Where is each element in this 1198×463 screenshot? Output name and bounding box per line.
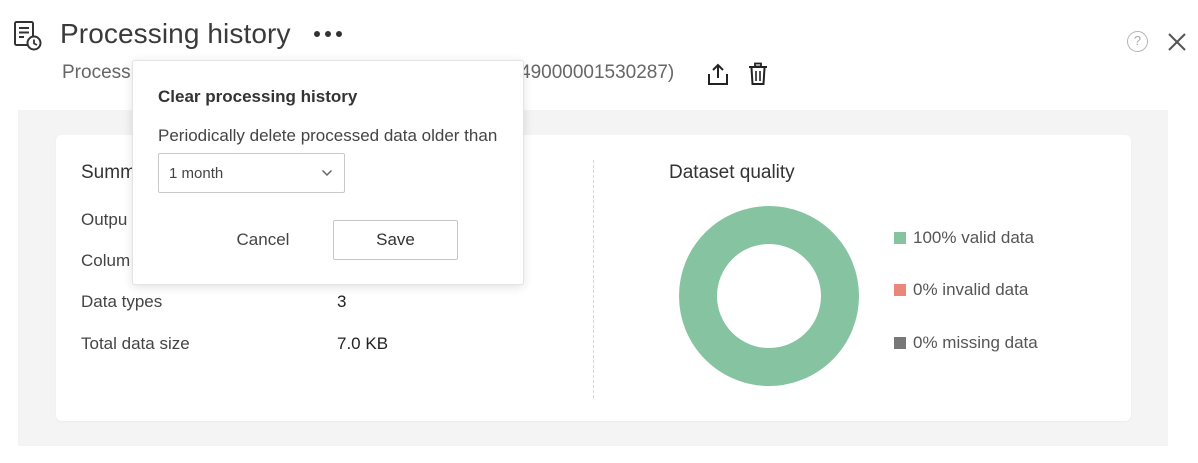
legend-invalid: 0% invalid data xyxy=(894,280,1028,300)
summary-title: Summ xyxy=(81,162,136,183)
trash-icon[interactable] xyxy=(748,62,768,86)
subtitle-left-text: Process xyxy=(62,62,131,83)
summary-row-value: 7.0 KB xyxy=(337,334,389,353)
save-button[interactable]: Save xyxy=(333,220,458,260)
legend-swatch xyxy=(894,284,906,296)
page-title: Processing history xyxy=(60,18,291,49)
card-divider xyxy=(593,160,594,398)
legend-label: 0% invalid data xyxy=(913,280,1029,299)
dataset-quality-title: Dataset quality xyxy=(669,162,795,183)
legend-label: 100% valid data xyxy=(913,228,1034,247)
popover-title: Clear processing history xyxy=(158,87,358,106)
cancel-button[interactable]: Cancel xyxy=(217,221,309,259)
help-icon[interactable]: ? xyxy=(1127,31,1148,52)
summary-row-label: Colum xyxy=(81,251,131,270)
summary-row-value: 3 xyxy=(337,292,347,311)
more-options-button[interactable] xyxy=(310,22,346,46)
close-icon[interactable] xyxy=(1166,31,1188,53)
legend-swatch xyxy=(894,232,906,244)
dot-icon xyxy=(314,31,320,37)
popover-description: Periodically delete processed data older… xyxy=(158,126,498,145)
legend-swatch xyxy=(894,337,906,349)
summary-row-label: Total data size xyxy=(81,334,190,353)
dataset-quality-donut xyxy=(679,206,859,386)
chevron-down-icon xyxy=(321,169,333,177)
dot-icon xyxy=(336,31,342,37)
legend-label: 0% missing data xyxy=(913,333,1038,352)
clear-history-popover: Clear processing history Periodically de… xyxy=(132,60,524,285)
summary-row-label: Data types xyxy=(81,292,163,311)
donut-valid-segment xyxy=(679,206,859,386)
select-value: 1 month xyxy=(169,165,224,182)
retention-period-select[interactable]: 1 month xyxy=(158,153,345,193)
summary-row-label: Outpu xyxy=(81,210,128,229)
legend-missing: 0% missing data xyxy=(894,333,1038,353)
dot-icon xyxy=(325,31,331,37)
legend-valid: 100% valid data xyxy=(894,228,1034,248)
export-icon[interactable] xyxy=(707,62,729,86)
subtitle-right-text: 49000001530287) xyxy=(520,62,675,83)
processing-history-icon xyxy=(13,20,43,52)
